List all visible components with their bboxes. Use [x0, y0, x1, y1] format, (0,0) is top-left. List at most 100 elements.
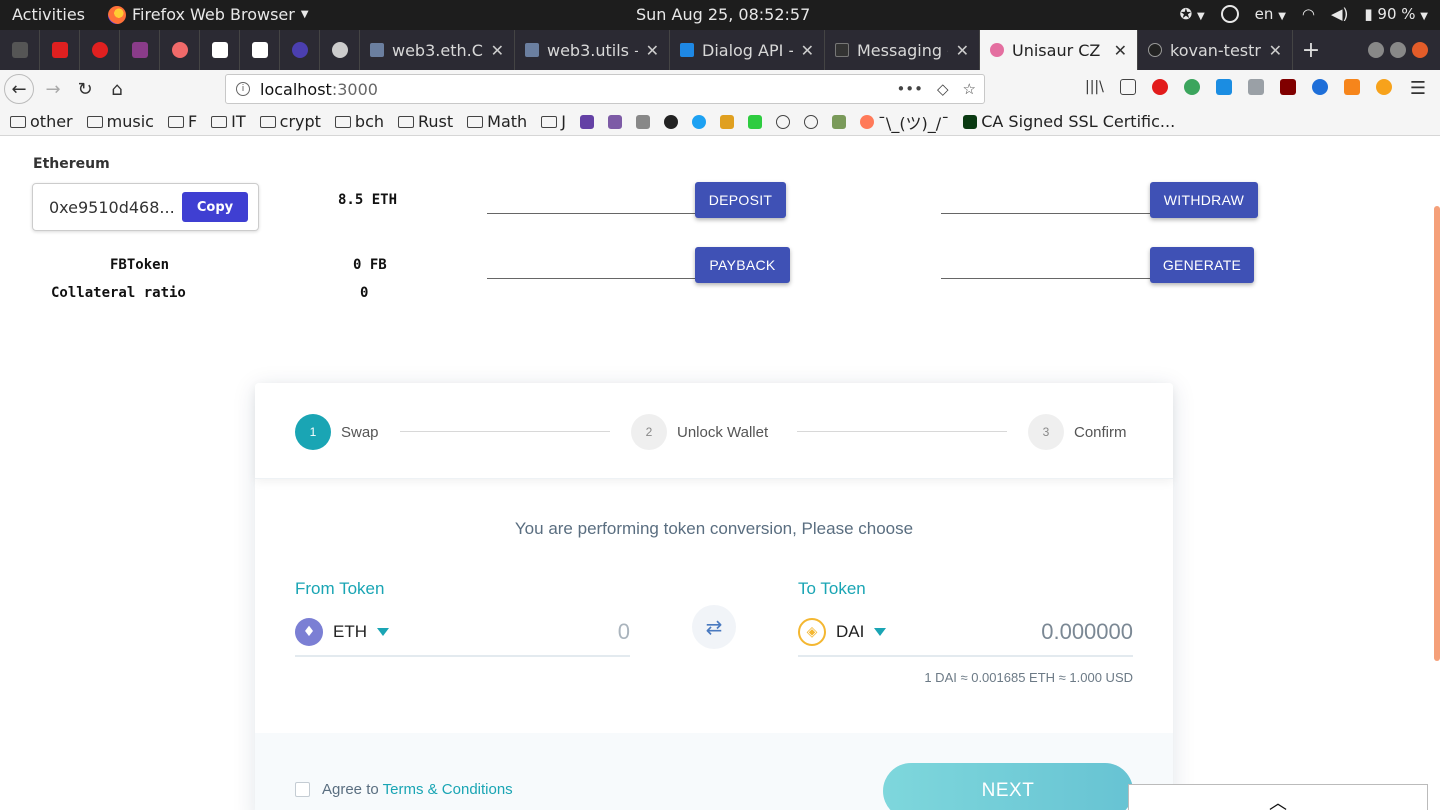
pinned-tab[interactable] [120, 30, 160, 70]
terms-link[interactable]: Terms & Conditions [383, 781, 513, 798]
pinned-tab[interactable] [320, 30, 360, 70]
pinned-tab[interactable] [40, 30, 80, 70]
img-icon[interactable] [635, 114, 650, 129]
copy-button[interactable]: Copy [182, 192, 248, 222]
accessibility-icon[interactable]: ✪ ▼ [1180, 5, 1205, 23]
lightning-icon[interactable] [747, 114, 762, 129]
library-icon[interactable]: |||\ [1085, 79, 1104, 95]
tab-label: Messaging - [857, 40, 948, 60]
step-swap: 1 Swap [295, 414, 379, 450]
pocket-icon[interactable]: ◇ [937, 80, 949, 98]
window-close-icon[interactable] [1412, 42, 1428, 58]
close-icon[interactable]: ✕ [1114, 41, 1127, 60]
twitch-icon[interactable] [579, 114, 594, 129]
close-icon[interactable]: ✕ [801, 41, 814, 60]
forward-button[interactable]: → [38, 74, 68, 104]
bookmark-folder[interactable]: Math [467, 112, 527, 131]
from-token-selector[interactable]: ETH [323, 622, 389, 642]
bookmark-folder[interactable]: Rust [398, 112, 453, 131]
url-bar[interactable]: i localhost:3000 ••• ◇ ☆ [225, 74, 985, 104]
minimize-icon[interactable] [1368, 42, 1384, 58]
haskell-icon[interactable] [607, 114, 622, 129]
app-menu[interactable]: Firefox Web Browser ▼ [108, 5, 309, 24]
browser-tab[interactable]: Messaging - ✕ [825, 30, 980, 70]
pinned-tab[interactable] [240, 30, 280, 70]
generate-amount-input[interactable] [941, 278, 1150, 279]
close-icon[interactable]: ✕ [1269, 41, 1282, 60]
home-button[interactable]: ⌂ [102, 74, 132, 104]
obs-icon[interactable] [1220, 5, 1239, 23]
exchange-rate: 1 DAI ≈ 0.001685 ETH ≈ 1.000 USD [924, 670, 1133, 685]
from-amount-input[interactable]: 0 [618, 619, 630, 645]
bookmark-folder[interactable]: IT [211, 112, 246, 131]
bookmark-folder[interactable]: other [10, 112, 73, 131]
extension-green-icon[interactable] [1183, 79, 1200, 95]
bookmark-link[interactable]: ¯\_(ツ)_/¯ [859, 110, 949, 134]
new-tab-button[interactable]: + [1293, 30, 1329, 70]
menu-icon[interactable]: ☰ [1410, 78, 1426, 99]
bookmark-2-icon[interactable] [719, 114, 734, 129]
chevron-up-icon[interactable]: ︿ [1269, 789, 1287, 810]
opera-icon[interactable] [1151, 79, 1168, 95]
deposit-button[interactable]: DEPOSIT [695, 182, 786, 218]
bookmark-folder[interactable]: music [86, 112, 154, 131]
extension-p-icon[interactable] [1375, 79, 1392, 95]
info-icon[interactable]: i [236, 82, 250, 96]
language-selector[interactable]: en ▼ [1255, 5, 1286, 23]
map-icon[interactable] [831, 114, 846, 129]
sidebar-icon[interactable] [1119, 79, 1136, 95]
back-button[interactable]: ← [4, 74, 34, 104]
metamask-icon[interactable] [1343, 79, 1360, 95]
ublock-icon[interactable] [1279, 79, 1296, 95]
extension-s-icon[interactable] [1215, 79, 1232, 95]
agree-checkbox[interactable] [295, 782, 310, 797]
swap-direction-button[interactable]: ⇄ [692, 605, 736, 649]
pinned-tab[interactable] [200, 30, 240, 70]
more-actions-icon[interactable]: ••• [896, 80, 923, 98]
payback-amount-input[interactable] [487, 278, 695, 279]
next-button[interactable]: NEXT [883, 763, 1133, 810]
payback-button[interactable]: PAYBACK [695, 247, 790, 283]
pinned-tab[interactable] [160, 30, 200, 70]
url-host: localhost [260, 79, 332, 99]
activities-button[interactable]: Activities [12, 5, 85, 24]
bookmark-folder[interactable]: crypt [259, 112, 321, 131]
extension-globe-icon[interactable] [1311, 79, 1328, 95]
browser-tab-active[interactable]: Unisaur CZ ✕ [980, 30, 1138, 70]
page-scrollbar[interactable] [1434, 206, 1440, 661]
close-icon[interactable]: ✕ [956, 41, 969, 60]
globe-icon[interactable] [775, 114, 790, 129]
globe-icon[interactable] [803, 114, 818, 129]
system-clock[interactable]: Sun Aug 25, 08:52:57 [636, 5, 810, 24]
twitter-icon[interactable] [691, 114, 706, 129]
browser-tab[interactable]: kovan-testn ✕ [1138, 30, 1293, 70]
bookmark-link[interactable]: CA Signed SSL Certific... [963, 112, 1175, 131]
collapse-panel[interactable]: ︿ [1128, 784, 1428, 810]
bookmark-folder[interactable]: J [541, 112, 566, 131]
withdraw-button[interactable]: WITHDRAW [1150, 182, 1258, 218]
reload-button[interactable]: ↻ [70, 74, 100, 104]
generate-button[interactable]: GENERATE [1150, 247, 1254, 283]
deposit-amount-input[interactable] [487, 213, 695, 214]
battery-indicator[interactable]: ▮ 90 % ▼ [1364, 5, 1428, 23]
to-token-selector[interactable]: DAI [826, 622, 887, 642]
pinned-tab[interactable] [0, 30, 40, 70]
maximize-icon[interactable] [1390, 42, 1406, 58]
pinned-tab[interactable] [80, 30, 120, 70]
close-icon[interactable]: ✕ [491, 41, 504, 60]
browser-tab[interactable]: web3.eth.Co ✕ [360, 30, 515, 70]
browser-tab[interactable]: web3.utils — ✕ [515, 30, 670, 70]
system-tray[interactable]: ✪ ▼ en ▼ ◠ ◀) ▮ 90 % ▼ [1180, 5, 1428, 23]
browser-tab[interactable]: Dialog API - ✕ [670, 30, 825, 70]
bookmark-folder[interactable]: F [167, 112, 197, 131]
youtube-icon [91, 42, 108, 58]
bookmark-folder[interactable]: bch [334, 112, 384, 131]
extension-image-icon[interactable] [1247, 79, 1264, 95]
eth-balance: 8.5 ETH [338, 192, 398, 208]
withdraw-amount-input[interactable] [941, 213, 1150, 214]
close-icon[interactable]: ✕ [646, 41, 659, 60]
pinned-tab[interactable] [280, 30, 320, 70]
github-icon[interactable] [663, 114, 678, 129]
language-label: en [1254, 5, 1274, 23]
bookmark-star-icon[interactable]: ☆ [963, 80, 976, 98]
